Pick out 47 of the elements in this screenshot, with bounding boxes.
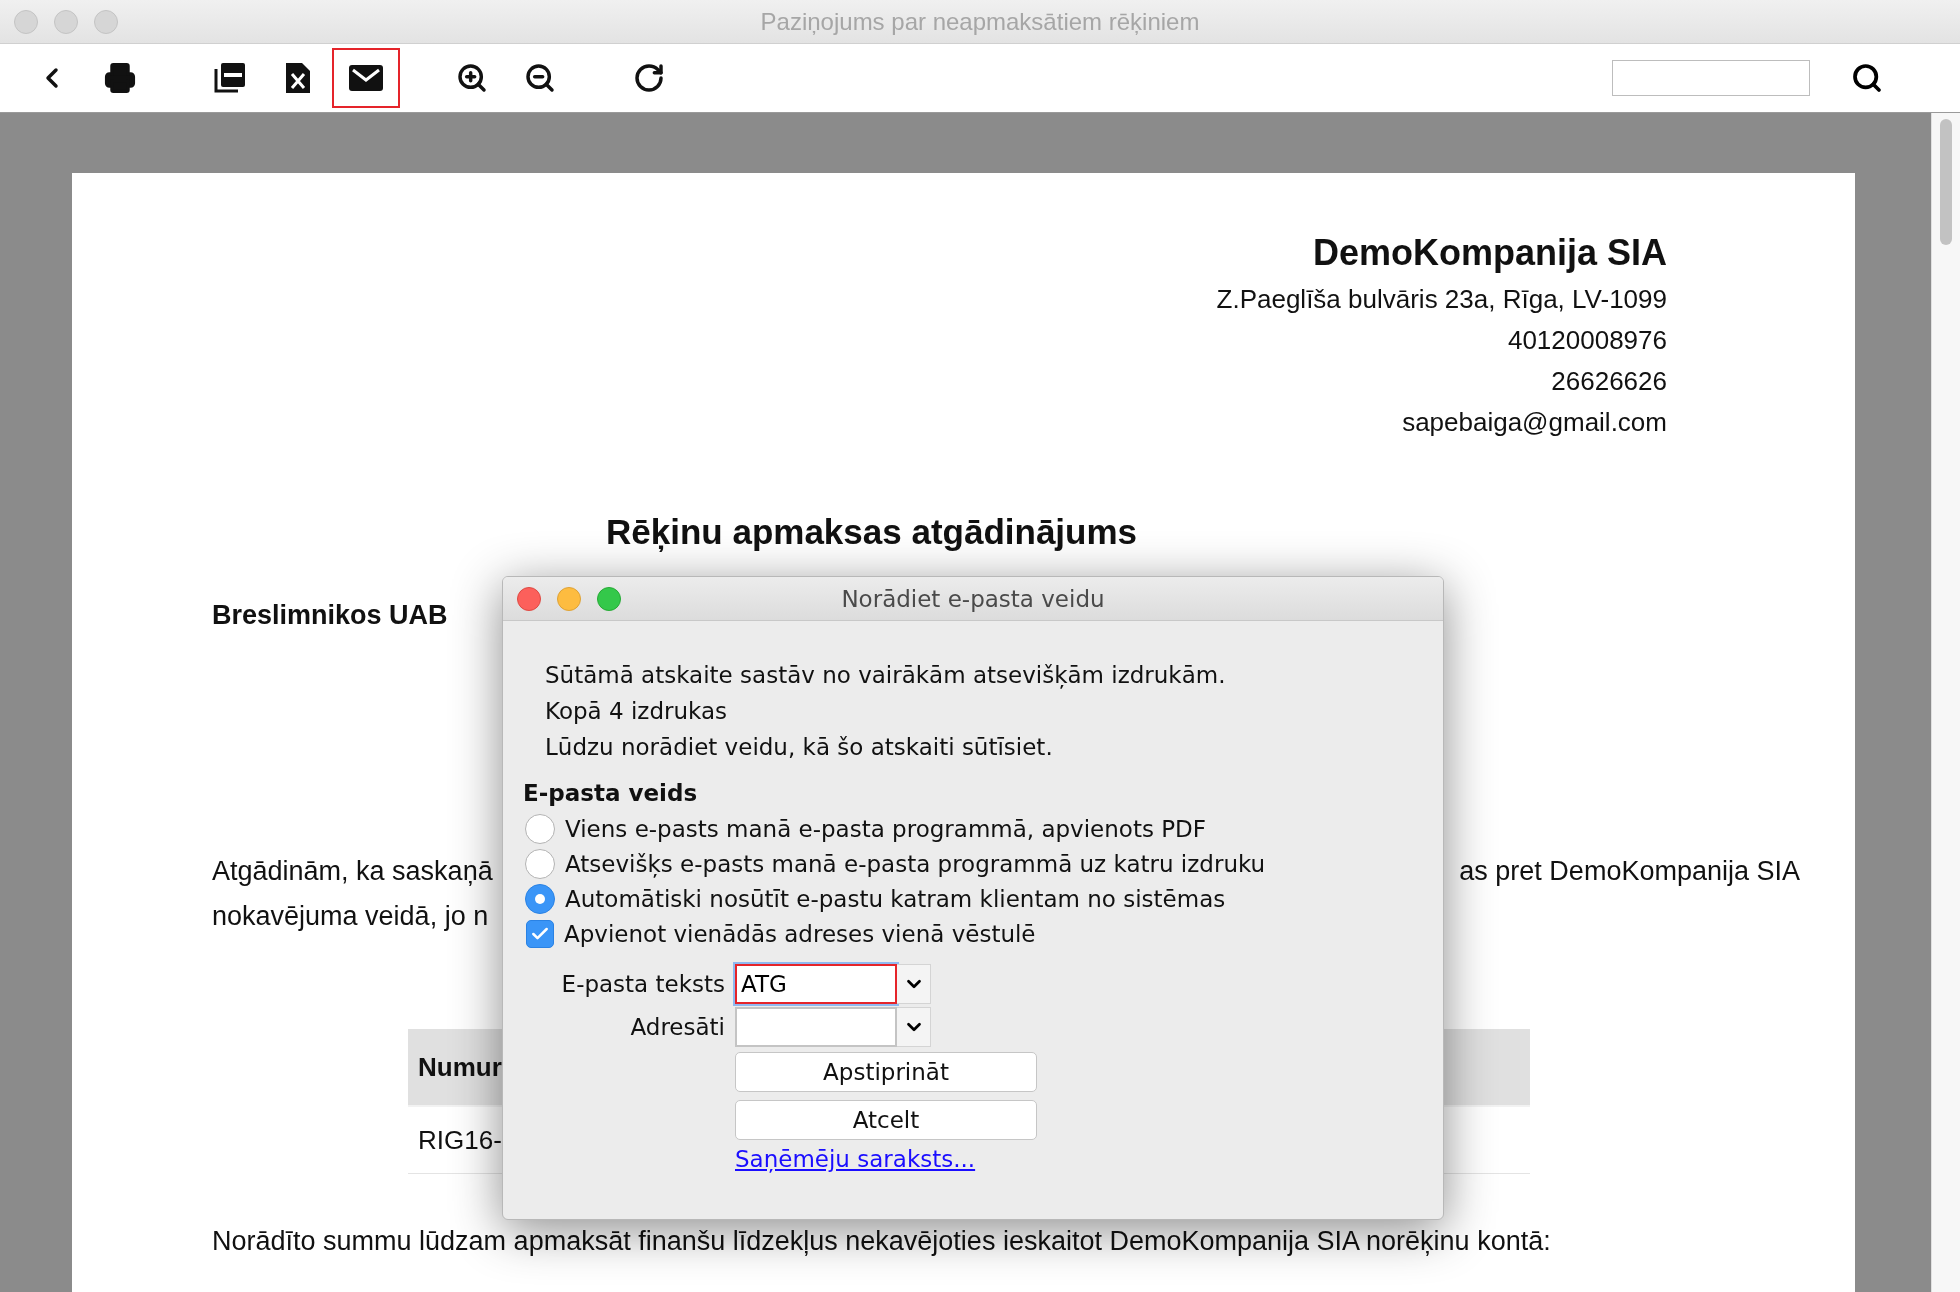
search-field[interactable] xyxy=(1612,60,1810,96)
pdf-document-icon xyxy=(213,61,247,95)
radio-button[interactable] xyxy=(525,813,555,844)
input-field[interactable] xyxy=(735,1007,897,1047)
refresh-icon xyxy=(633,62,665,94)
email-button[interactable] xyxy=(332,48,400,108)
message-text: Sūtāmā atskaite sastāv no vairākām atsevišķām izdrukām. xyxy=(545,661,1227,691)
paragraph-text: Norādīto summu lūdzam apmaksāt finanšu līdzekļus nekavējoties ieskaitot DemoKompanija SIA norēķinu kontā: xyxy=(212,1225,1551,1258)
paragraph-text: Atgādinām, ka saskaņā xyxy=(212,855,493,888)
field-label: E-pasta teksts xyxy=(560,971,725,997)
option-label: Apvienot vienādās adreses vienā vēstulē xyxy=(564,920,1036,947)
radio-button[interactable] xyxy=(525,848,555,879)
recipient-name: Breslimnikos UAB xyxy=(212,599,448,632)
dialog-title: Norādiet e-pasta veidu xyxy=(840,585,1106,612)
envelope-icon xyxy=(349,65,383,91)
zoom-in-icon xyxy=(456,62,488,94)
zoom-out-icon xyxy=(524,62,556,94)
message-text: Lūdzu norādiet veidu, kā šo atskaiti sūtīsiet. xyxy=(545,733,1054,762)
dropdown-button[interactable] xyxy=(897,1007,931,1047)
company-name: DemoKompanija SIA xyxy=(1312,231,1667,275)
dialog-button[interactable]: Apstiprināt xyxy=(735,1052,1037,1092)
input-field[interactable]: ATG xyxy=(735,964,897,1004)
option-label: Atsevišķs e-pasts manā e-pasta programmā uz katru izdruku xyxy=(565,850,1266,877)
scrollbar-thumb[interactable] xyxy=(1940,119,1952,245)
close-button[interactable] xyxy=(517,586,541,611)
company-detail: Z.Paeglīša bulvāris 23a, Rīga, LV-1099 xyxy=(1216,283,1667,316)
checkbox[interactable] xyxy=(526,919,554,948)
search-icon xyxy=(1851,62,1883,94)
company-detail: 26626626 xyxy=(1551,365,1667,398)
spreadsheet-file-icon xyxy=(283,61,313,95)
company-detail: 40120008976 xyxy=(1507,324,1667,357)
company-detail: sapebaiga@gmail.com xyxy=(1402,406,1667,439)
radio-button[interactable] xyxy=(525,883,555,914)
option-label: Viens e-pasts manā e-pasta programmā, apvienots PDF xyxy=(565,815,1207,842)
paragraph-text: as pret DemoKompanija SIA xyxy=(1459,855,1800,888)
window-title: Paziņojums par neapmaksātiem rēķiniem xyxy=(759,7,1201,36)
recipients-link[interactable]: Saņēmēju saraksts... xyxy=(735,1146,976,1172)
dialog-button[interactable]: Atcelt xyxy=(735,1100,1037,1140)
message-text: Kopā 4 izdrukas xyxy=(545,697,729,726)
paragraph-text: nokavējuma veidā, jo n xyxy=(212,900,489,933)
group-label: E-pasta veids xyxy=(523,779,699,808)
scrollbar[interactable] xyxy=(1931,113,1960,1292)
zoom-button[interactable] xyxy=(597,586,621,611)
printer-icon xyxy=(104,62,136,94)
dropdown-button[interactable] xyxy=(897,964,931,1004)
document-title: Rēķinu apmaksas atgādinājums xyxy=(606,511,1138,554)
option-label: Automātiski nosūtīt e-pastu katram klientam no sistēmas xyxy=(565,885,1226,912)
